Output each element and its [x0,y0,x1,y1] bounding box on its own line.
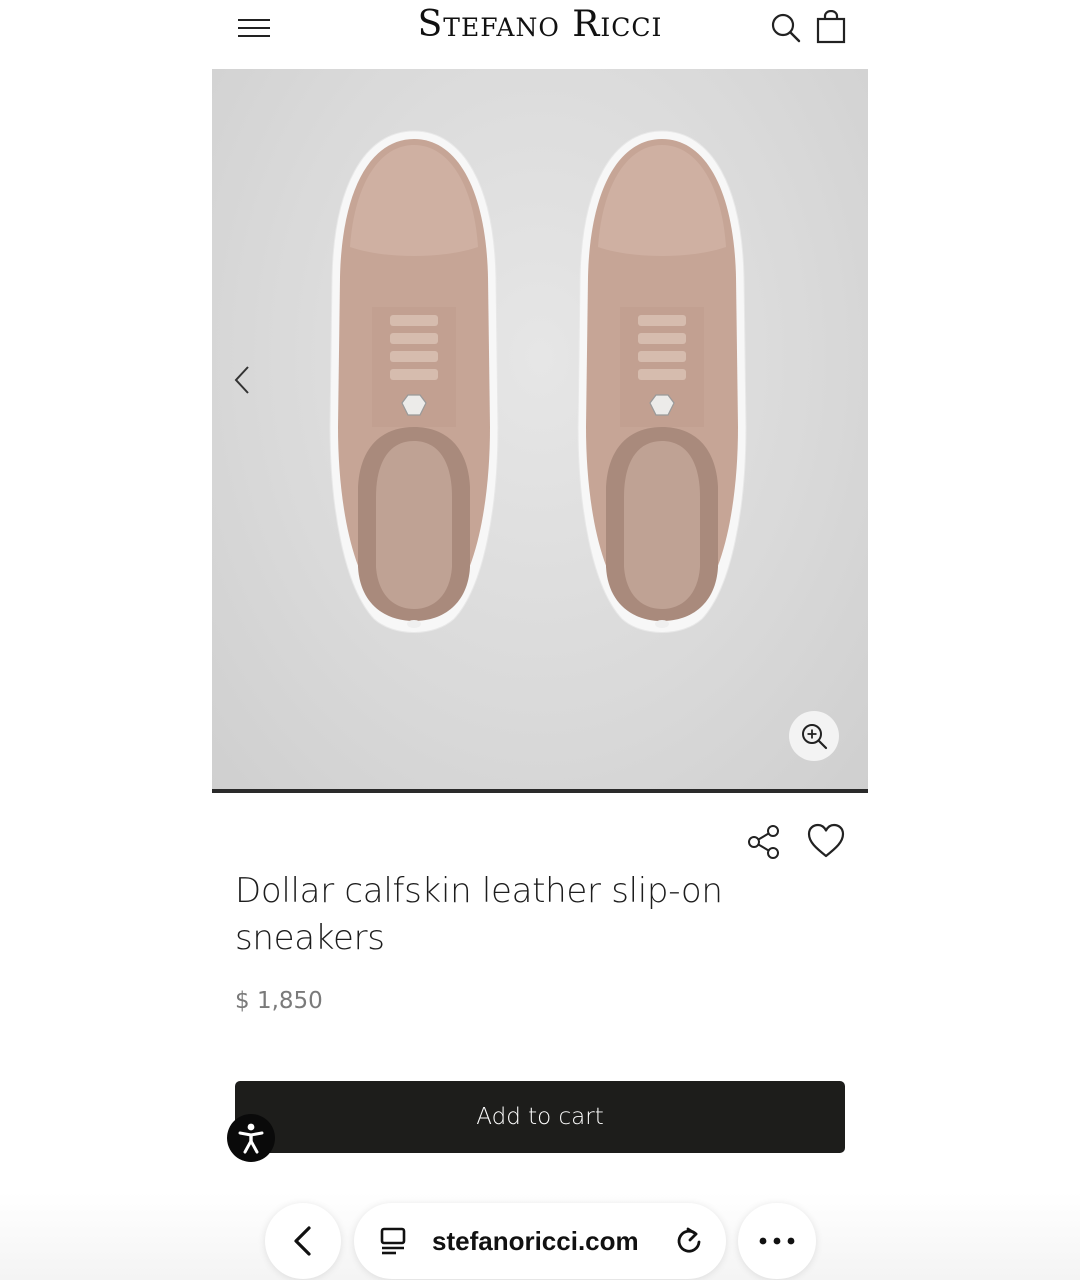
product-image-left-shoe [329,130,499,633]
address-bar-url: stefanoricci.com [432,1226,639,1256]
product-image-gallery[interactable] [212,69,868,790]
add-to-cart-button[interactable]: Add to cart [235,1081,845,1153]
heart-icon[interactable] [806,822,846,860]
accessibility-button[interactable] [227,1114,275,1162]
product-price: $ 1,850 [235,988,323,1014]
address-bar[interactable]: stefanoricci.com [354,1203,726,1279]
product-title: Dollar calfskin leather slip-on sneakers [235,871,723,958]
chevron-left-icon [294,1226,311,1256]
site-header: Stefano Ricci [212,0,868,69]
zoom-in-icon [802,724,828,750]
search-icon[interactable] [770,12,802,44]
screen: Stefano Ricci Dollar calfskin leather sl… [0,0,1080,1280]
accessibility-icon [238,1123,264,1154]
share-icon[interactable] [746,824,782,860]
gallery-progress-bar [212,789,868,793]
reload-icon[interactable] [674,1225,704,1257]
zoom-button[interactable] [789,711,839,761]
browser-back-button[interactable] [265,1203,341,1279]
browser-more-button[interactable] [738,1203,816,1279]
page-icon [380,1227,406,1255]
chevron-left-icon[interactable] [230,363,256,397]
more-dots-icon [759,1237,795,1245]
shopping-bag-icon[interactable] [816,10,846,44]
product-image-right-shoe [577,130,747,633]
